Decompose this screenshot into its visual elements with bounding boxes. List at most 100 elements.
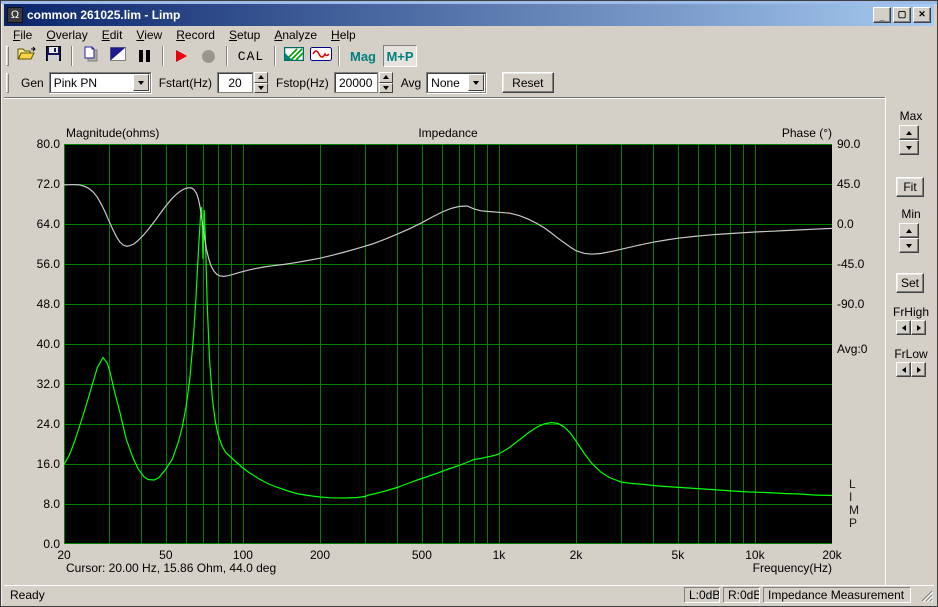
menu-help[interactable]: Help — [324, 27, 363, 43]
arrow-up-icon — [906, 228, 912, 233]
frlow-left-button[interactable] — [896, 362, 911, 377]
dropdown-button[interactable] — [468, 74, 485, 91]
cal-label: CAL — [237, 48, 265, 64]
open-file-button[interactable] — [14, 45, 39, 67]
averaging-select[interactable]: None — [426, 72, 487, 93]
menu-record[interactable]: Record — [169, 27, 222, 43]
avg-label: Avg — [400, 75, 422, 90]
start-recording-button[interactable] — [169, 45, 194, 67]
impedance-plot[interactable] — [64, 144, 832, 544]
menu-file[interactable]: File — [6, 27, 39, 43]
max-down-button[interactable] — [899, 140, 919, 155]
magnitude-tick-label: 48.0 — [36, 297, 60, 311]
menu-edit[interactable]: Edit — [95, 27, 130, 43]
magnitude-phase-view-button[interactable]: M+P — [383, 45, 417, 67]
phase-tick-label: 45.0 — [837, 177, 861, 191]
fstop-input[interactable] — [333, 72, 378, 93]
fstart-spinedit — [217, 72, 269, 93]
arrow-right-icon — [916, 324, 921, 331]
impedance_phase_deg — [64, 183, 832, 278]
arrow-left-icon — [901, 366, 906, 373]
menu-analyze[interactable]: Analyze — [267, 27, 324, 43]
pause-button[interactable] — [132, 45, 157, 67]
maximize-button[interactable]: ▢ — [893, 7, 911, 23]
magnitude-view-button[interactable]: Mag — [345, 45, 381, 67]
fstart-increment-button[interactable] — [254, 72, 269, 83]
menu-overlay[interactable]: Overlay — [39, 27, 94, 43]
signal-generator-button[interactable] — [308, 45, 333, 67]
measurement-toolbar: Gen Pink PN Fstart(Hz) Fstop(Hz) Avg Non… — [4, 69, 934, 96]
menu-setup[interactable]: Setup — [222, 27, 267, 43]
frequency-tick-label: 10k — [745, 548, 765, 562]
calibrate-button[interactable]: CAL — [233, 45, 269, 67]
fstop-increment-button[interactable] — [378, 72, 393, 83]
min-up-button[interactable] — [899, 223, 919, 238]
average-counter: Avg:0 — [837, 342, 868, 356]
pause-icon — [139, 50, 150, 62]
max-label: Max — [899, 109, 923, 123]
toolbar-separator — [162, 46, 164, 66]
close-button[interactable]: ✕ — [913, 7, 931, 23]
gen-label: Gen — [21, 75, 44, 90]
fit-button[interactable]: Fit — [896, 177, 924, 197]
arrow-down-icon — [382, 85, 389, 90]
magnitude-tick-label: 72.0 — [36, 177, 60, 191]
copy-pages-icon — [83, 46, 99, 67]
frhigh-right-button[interactable] — [911, 320, 926, 335]
copy-button[interactable] — [78, 45, 103, 67]
max-up-button[interactable] — [899, 125, 919, 140]
arrow-down-icon — [906, 145, 912, 150]
limp-application-window: Ω common 261025.lim - Limp _ ▢ ✕ File Ov… — [0, 0, 938, 607]
toolbar-separator — [338, 46, 340, 66]
chevron-down-icon — [137, 80, 144, 85]
frequency-tick-label: 5k — [671, 548, 685, 562]
menu-view[interactable]: View — [129, 27, 169, 43]
limp-watermark: M — [849, 503, 859, 517]
overlay-chart-button[interactable] — [281, 45, 306, 67]
toolbar-separator — [274, 46, 276, 66]
save-file-button[interactable] — [41, 45, 66, 67]
toolbar-gripper[interactable] — [6, 72, 9, 93]
status-bar: Ready L:0dB R:0dB Impedance Measurement — [4, 585, 934, 603]
frhigh-label: FrHigh — [892, 305, 929, 319]
invert-colors-button[interactable] — [105, 45, 130, 67]
dropdown-button[interactable] — [132, 74, 149, 91]
frhigh-left-button[interactable] — [896, 320, 911, 335]
open-folder-icon — [17, 46, 36, 66]
right-level-panel: R:0dB — [723, 587, 760, 603]
arrow-up-icon — [906, 130, 912, 135]
fstart-input[interactable] — [217, 72, 254, 93]
minimize-button[interactable]: _ — [873, 7, 891, 23]
min-label: Min — [901, 207, 921, 221]
mag-label: Mag — [350, 48, 376, 64]
resize-grip[interactable] — [920, 589, 934, 603]
set-label: Set — [900, 276, 919, 290]
generator-type-value: Pink PN — [53, 75, 98, 90]
stop-recording-button[interactable] — [196, 45, 221, 67]
frequency-tick-label: 200 — [309, 548, 331, 562]
title-bar[interactable]: Ω common 261025.lim - Limp _ ▢ ✕ — [4, 4, 934, 26]
magnitude-tick-label: 8.0 — [43, 497, 60, 511]
min-down-button[interactable] — [899, 238, 919, 253]
fstart-label: Fstart(Hz) — [158, 75, 213, 90]
fstop-label: Fstop(Hz) — [276, 75, 329, 90]
record-circle-icon — [202, 49, 215, 63]
main-toolbar: CAL Mag M+P — [4, 43, 934, 69]
fstop-decrement-button[interactable] — [378, 82, 393, 93]
frequency-tick-label: 20 — [57, 548, 71, 562]
limp-watermark: L — [849, 477, 856, 491]
frlow-right-button[interactable] — [911, 362, 926, 377]
window-title: common 261025.lim - Limp — [27, 8, 181, 22]
magnitude-tick-label: 24.0 — [36, 417, 60, 431]
frequency-axis-title: Frequency(Hz) — [752, 561, 832, 575]
hatched-chart-icon — [283, 46, 304, 66]
left-level-panel: L:0dB — [684, 587, 720, 603]
play-icon — [176, 50, 187, 62]
arrow-down-icon — [258, 85, 265, 90]
frequency-tick-label: 500 — [411, 548, 432, 562]
reset-button[interactable]: Reset — [502, 72, 554, 93]
fstart-decrement-button[interactable] — [254, 82, 269, 93]
generator-type-select[interactable]: Pink PN — [48, 72, 151, 93]
set-button[interactable]: Set — [896, 273, 924, 293]
toolbar-gripper[interactable] — [6, 46, 9, 66]
